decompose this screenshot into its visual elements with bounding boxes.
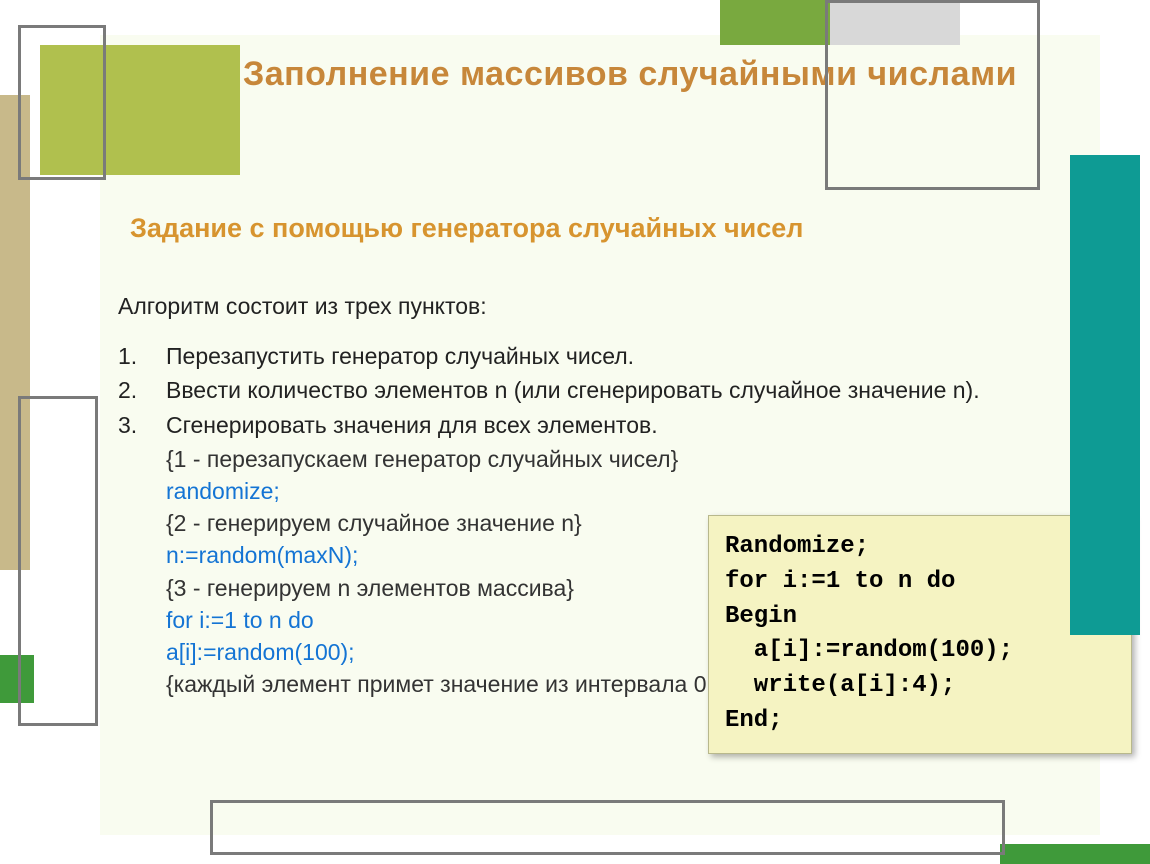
code-example-box: Randomize; for i:=1 to n do Begin a[i]:=… bbox=[708, 515, 1132, 754]
decor-frame-tl bbox=[18, 25, 106, 180]
decor-frame-bottom bbox=[210, 800, 1005, 855]
decor-top-green bbox=[720, 0, 830, 45]
list-text: Ввести количество элементов n (или сгене… bbox=[166, 374, 1098, 406]
list-text: Сгенерировать значения для всех элементо… bbox=[166, 409, 1098, 441]
list-text: Перезапустить генератор случайных чисел. bbox=[166, 340, 1098, 372]
decor-bottom-green bbox=[1000, 844, 1150, 864]
list-number: 1. bbox=[118, 340, 166, 372]
list-number: 3. bbox=[118, 409, 166, 441]
code-line: randomize; bbox=[166, 475, 1098, 507]
list-item: 1. Перезапустить генератор случайных чис… bbox=[118, 340, 1098, 372]
slide-subtitle: Задание с помощью генератора случайных ч… bbox=[130, 213, 1090, 244]
list-item: 3. Сгенерировать значения для всех элеме… bbox=[118, 409, 1098, 441]
decor-right-teal bbox=[1070, 155, 1140, 635]
decor-frame-tr bbox=[825, 0, 1040, 190]
intro-line: Алгоритм состоит из трех пунктов: bbox=[118, 290, 1098, 322]
decor-frame-bl bbox=[18, 396, 98, 726]
code-comment: {1 - перезапускаем генератор случайных ч… bbox=[166, 443, 1098, 475]
list-item: 2. Ввести количество элементов n (или сг… bbox=[118, 374, 1098, 406]
list-number: 2. bbox=[118, 374, 166, 406]
